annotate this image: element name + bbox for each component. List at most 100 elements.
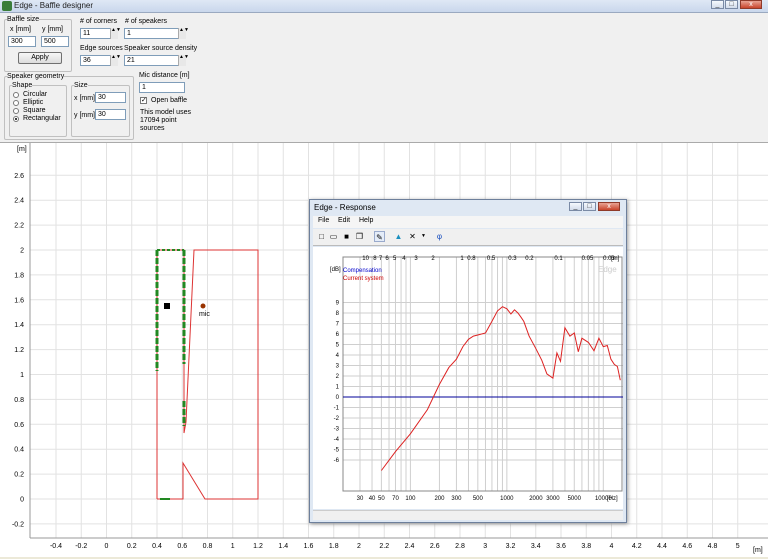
response-menu-bar: File Edit Help <box>313 216 623 228</box>
response-maximize-button[interactable]: □ <box>583 202 596 211</box>
menu-file[interactable]: File <box>318 217 329 224</box>
size-x-input[interactable]: 30 <box>95 92 126 103</box>
y-tick-label: 1.2 <box>14 347 24 354</box>
mic-distance-input[interactable]: 1 <box>139 82 185 93</box>
x-tick-label: 2.8 <box>455 543 465 550</box>
open-icon[interactable]: ▭ <box>328 231 339 242</box>
density-label: Speaker source density <box>124 45 198 52</box>
speaker-geometry-legend: Speaker geometry <box>7 73 65 80</box>
shape-legend: Shape <box>12 82 33 89</box>
speaker-marker[interactable] <box>164 303 170 309</box>
edge-sources-label: Edge sources <box>80 45 123 52</box>
freq-tick-label: 40 <box>369 496 376 502</box>
shape-square-radio[interactable] <box>13 108 19 114</box>
db-tick-label: -2 <box>334 416 340 422</box>
y-tick-label: 1.8 <box>14 272 24 279</box>
y-tick-label: 0.6 <box>14 422 24 429</box>
menu-edit[interactable]: Edit <box>338 217 350 224</box>
speakers-spinner[interactable]: ▲▼ <box>178 28 189 39</box>
x-tick-label: 1.8 <box>329 543 339 550</box>
y-tick-label: 2.6 <box>14 173 24 180</box>
shape-circular-radio[interactable] <box>13 92 19 98</box>
db-tick-label: -4 <box>334 437 340 443</box>
x-tick-label: 2 <box>357 543 361 550</box>
density-spinner[interactable]: ▲▼ <box>178 55 189 66</box>
new-icon[interactable]: □ <box>316 231 327 242</box>
freq-tick-label: 30 <box>357 496 364 502</box>
x-tick-label: 1.6 <box>304 543 314 550</box>
y-tick-label: 1.6 <box>14 297 24 304</box>
density-input[interactable]: 21 <box>124 55 186 66</box>
db-tick-label: 5 <box>336 343 340 349</box>
x-tick-label: 0.2 <box>127 543 137 550</box>
freq-tick-label: 2000 <box>529 496 543 502</box>
x-tick-label: 5 <box>736 543 740 550</box>
shape-circular-label: Circular <box>23 91 48 98</box>
phase-icon[interactable]: φ <box>434 231 445 242</box>
open-baffle-checkbox[interactable]: ✓ <box>140 97 147 104</box>
corners-label: # of corners <box>80 18 117 25</box>
db-tick-label: -3 <box>334 427 340 433</box>
y-unit-label: [m] <box>17 146 27 153</box>
draw-icon[interactable]: ✎ <box>374 231 385 242</box>
delete-icon[interactable]: ✕ <box>407 231 418 242</box>
response-plot[interactable]: 9 8 7 6 5 4 3 2 1 0 -1 -2 -3 -4 -5 -6 30 40 50 70 100 200 300 5… <box>313 247 623 509</box>
db-tick-label: 7 <box>336 322 340 328</box>
m-unit-label: [m] <box>611 256 620 262</box>
shape-rectangular-label: Rectangular <box>23 115 61 122</box>
x-tick-label: 2.6 <box>430 543 440 550</box>
maximize-button[interactable]: □ <box>725 0 738 9</box>
db-unit-label: [dB] <box>330 267 341 273</box>
freq-tick-label: 5000 <box>568 496 582 502</box>
shape-rectangular-radio[interactable] <box>13 116 19 122</box>
response-window[interactable]: Edge - Response _ □ x File Edit Help □ ▭… <box>309 199 627 523</box>
hz-unit-label: [Hz] <box>607 496 618 502</box>
save-icon[interactable]: ■ <box>341 231 352 242</box>
mic-marker[interactable] <box>200 303 206 309</box>
app-icon <box>2 1 12 11</box>
response-close-button[interactable]: x <box>598 202 620 211</box>
x-tick-label: 3 <box>483 543 487 550</box>
copy-icon[interactable]: ❐ <box>354 231 365 242</box>
window-title: Edge - Baffle designer <box>14 1 94 10</box>
x-unit-label: [m] <box>753 547 763 554</box>
wavelength-tick-label: 0.2 <box>525 256 534 262</box>
menu-help[interactable]: Help <box>359 217 373 224</box>
current-system-line <box>380 306 621 471</box>
baffle-x-input[interactable]: 300 <box>8 36 36 47</box>
db-tick-label: 4 <box>336 353 340 359</box>
y-tick-label: 2.4 <box>14 198 24 205</box>
response-status-bar <box>313 510 623 520</box>
size-x-label: x [mm] <box>74 95 95 102</box>
x-tick-label: 3.4 <box>531 543 541 550</box>
x-tick-label: 3.6 <box>556 543 566 550</box>
freq-tick-label: 100 <box>405 496 416 502</box>
db-tick-label: 3 <box>336 364 340 370</box>
edge-sources-spinner[interactable]: ▲▼ <box>110 55 121 66</box>
baffle-y-input[interactable]: 500 <box>41 36 69 47</box>
response-minimize-button[interactable]: _ <box>569 202 582 211</box>
x-tick-label: 0 <box>105 543 109 550</box>
corners-spinner[interactable]: ▲▼ <box>110 28 121 39</box>
wavelength-tick-label: 0.5 <box>487 256 496 262</box>
chevron-down-icon[interactable]: ▼ <box>418 231 429 242</box>
x-tick-label: 0.8 <box>203 543 213 550</box>
freq-tick-label: 3000 <box>546 496 560 502</box>
x-tick-label: 4 <box>610 543 614 550</box>
db-tick-label: 9 <box>336 301 340 307</box>
close-button[interactable]: x <box>740 0 762 9</box>
print-icon[interactable]: ▲ <box>393 231 404 242</box>
baffle-size-legend: Baffle size <box>7 16 40 23</box>
minimize-button[interactable]: _ <box>711 0 724 9</box>
baffle-x-label: x [mm] <box>10 26 31 33</box>
size-y-input[interactable]: 30 <box>95 109 126 120</box>
y-tick-label: 2.2 <box>14 223 24 230</box>
response-chart: 9876543210-1-2-3-4-5-630 40 50 70 100 200 300 5… <box>330 256 623 502</box>
speakers-input[interactable]: 1 <box>124 28 186 39</box>
apply-button[interactable]: Apply <box>18 52 62 64</box>
x-tick-label: 0.4 <box>152 543 162 550</box>
db-tick-label: 6 <box>336 332 340 338</box>
shape-elliptic-radio[interactable] <box>13 100 19 106</box>
model-info-line1: This model uses <box>140 109 191 116</box>
speakers-label: # of speakers <box>125 18 168 25</box>
